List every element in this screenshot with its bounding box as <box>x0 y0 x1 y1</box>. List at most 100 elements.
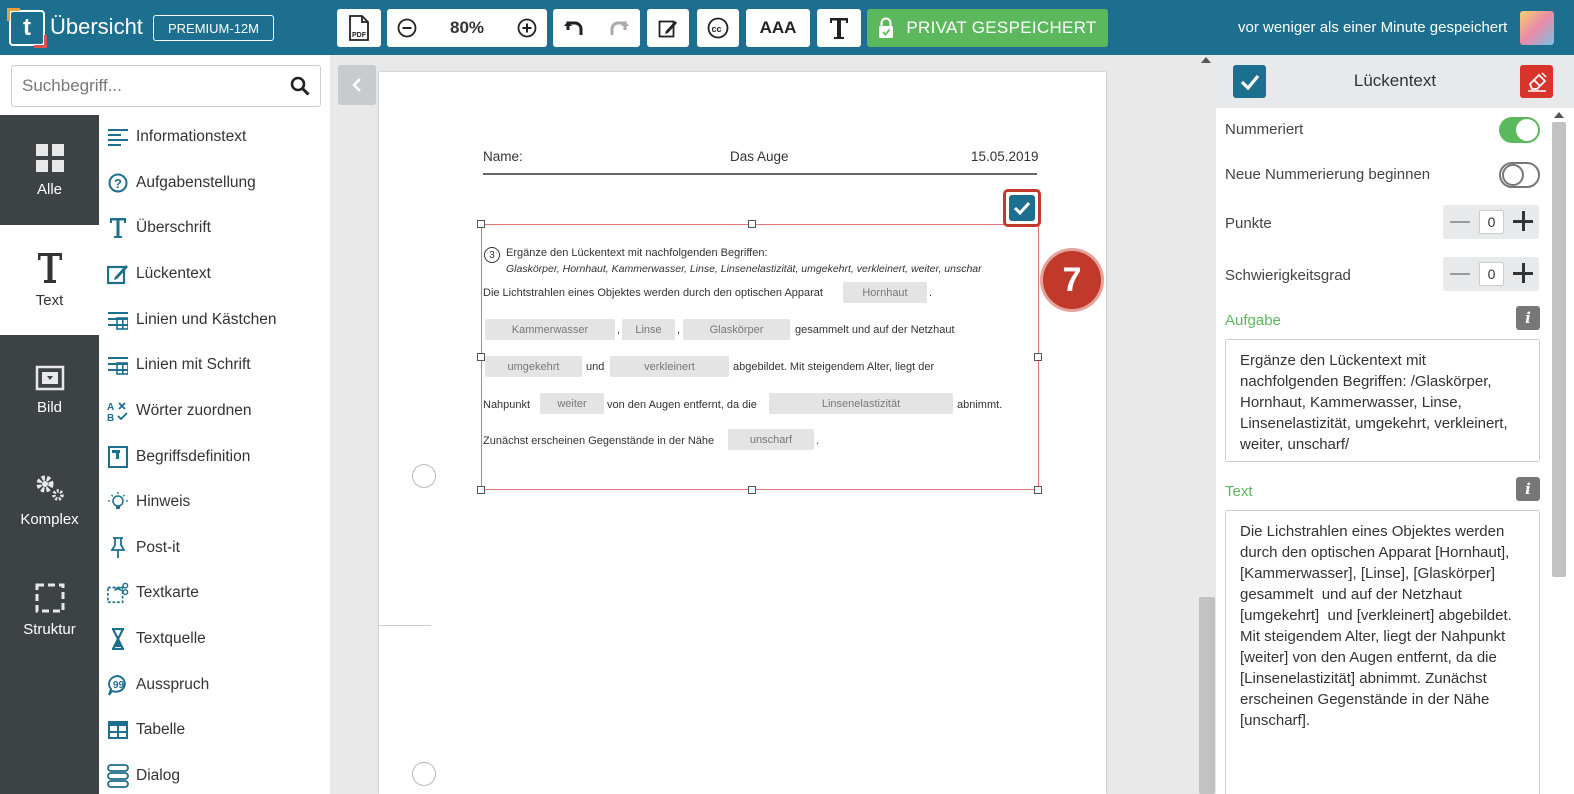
zoom-in-button[interactable] <box>517 18 537 38</box>
search-input[interactable] <box>12 66 282 106</box>
increment-button[interactable] <box>1513 211 1533 231</box>
task-info-icon[interactable]: i <box>1516 306 1540 330</box>
license-button[interactable]: cc <box>697 9 739 47</box>
header-topic[interactable]: Das Auge <box>730 149 789 164</box>
points-value[interactable]: 0 <box>1479 210 1504 234</box>
apply-button[interactable] <box>1233 65 1266 98</box>
redo-button[interactable] <box>607 18 630 38</box>
zoom-level: 80% <box>449 18 485 37</box>
type-ueberschrift[interactable]: Überschrift <box>107 213 211 243</box>
header-name-label: Name: <box>483 149 523 164</box>
category-bild[interactable]: Bild <box>0 335 99 445</box>
type-ausspruch[interactable]: 99 Ausspruch <box>107 670 209 700</box>
type-textkarte[interactable]: Textkarte <box>107 578 199 608</box>
edit-button[interactable] <box>647 9 689 47</box>
cloze-text: . <box>816 435 820 447</box>
font-button[interactable] <box>817 9 861 47</box>
type-begriffsdefinition[interactable]: Begriffsdefinition <box>107 442 250 472</box>
undo-button[interactable] <box>563 18 586 38</box>
match-icon: AB <box>107 400 129 422</box>
lines-icon <box>107 126 129 148</box>
scroll-up-icon[interactable] <box>1554 112 1564 118</box>
scrollbar-thumb[interactable] <box>1552 122 1566 577</box>
cloze-gap[interactable]: Hornhaut <box>843 282 927 303</box>
undo-icon <box>563 21 583 35</box>
delete-button[interactable] <box>1520 65 1553 98</box>
margin-marker[interactable] <box>412 464 436 488</box>
avatar[interactable] <box>1520 11 1554 45</box>
margin-marker[interactable] <box>412 762 436 786</box>
difficulty-value[interactable]: 0 <box>1479 262 1504 286</box>
type-dialog[interactable]: Dialog <box>107 761 180 791</box>
text-textarea[interactable]: Die Lichstrahlen eines Objektes werden d… <box>1225 510 1540 794</box>
type-linien-und-kaestchen[interactable]: Linien und Kästchen <box>107 305 276 335</box>
save-private-button[interactable]: PRIVAT GESPEICHERT <box>867 9 1108 47</box>
decrement-button[interactable] <box>1450 221 1470 223</box>
task-word-list: Glaskörper, Hornhaut, Kammerwasser, Lins… <box>506 263 982 275</box>
type-post-it[interactable]: Post-it <box>107 533 180 563</box>
cloze-gap[interactable]: Linse <box>622 319 675 340</box>
numbered-toggle[interactable] <box>1499 117 1540 143</box>
text-size-button[interactable]: AAA <box>746 9 810 47</box>
task-textarea[interactable]: Ergänze den Lückentext mit nachfolgenden… <box>1225 339 1540 462</box>
decrement-button[interactable] <box>1450 273 1470 275</box>
type-tabelle[interactable]: Tabelle <box>107 715 185 745</box>
cloze-gap[interactable]: weiter <box>540 393 604 414</box>
redo-icon <box>610 21 630 35</box>
zoom-out-button[interactable] <box>397 18 417 38</box>
type-informationstext[interactable]: Informationstext <box>107 122 246 152</box>
type-label: Dialog <box>136 767 180 784</box>
resize-handle-top[interactable] <box>748 220 756 228</box>
category-struktur[interactable]: Struktur <box>0 555 99 665</box>
cloze-gap[interactable]: umgekehrt <box>485 356 582 377</box>
resize-handle-right[interactable] <box>1034 353 1042 361</box>
worksheet-page: Name: Das Auge 15.05.2019 3 Ergänze den … <box>379 72 1106 794</box>
task-complete-checkbox[interactable] <box>1003 189 1041 227</box>
grid-lines-icon <box>107 354 129 376</box>
panel-scrollbar[interactable] <box>1549 110 1567 794</box>
cloze-text: abgebildet. Mit steigendem Alter, liegt … <box>733 361 935 373</box>
cloze-gap[interactable]: Kammerwasser <box>485 319 615 340</box>
type-linien-mit-schrift[interactable]: Linien mit Schrift <box>107 350 251 380</box>
scrollbar-thumb[interactable] <box>1199 597 1215 794</box>
task-instruction: Ergänze den Lückentext mit nachfolgenden… <box>506 247 768 259</box>
cloze-gap[interactable]: Linsenelastizität <box>769 393 953 414</box>
plan-badge[interactable]: PREMIUM-12M <box>153 15 274 41</box>
cloze-gap[interactable]: verkleinert <box>610 356 729 377</box>
resize-handle-bottom-left[interactable] <box>477 486 485 494</box>
type-hinweis[interactable]: Hinweis <box>107 487 190 517</box>
resize-handle-bottom-right[interactable] <box>1034 486 1042 494</box>
type-label: Begriffsdefinition <box>136 448 251 465</box>
header-date[interactable]: 15.05.2019 <box>971 149 1039 164</box>
page-margin-rule <box>379 625 431 626</box>
category-label: Bild <box>36 398 62 416</box>
canvas-scrollbar[interactable] <box>1196 55 1216 794</box>
scroll-up-icon[interactable] <box>1201 57 1211 63</box>
increment-button[interactable] <box>1513 263 1533 283</box>
cc-icon: cc <box>707 17 729 39</box>
pdf-export-button[interactable]: PDF <box>337 9 381 47</box>
type-lueckentext[interactable]: Lückentext <box>107 259 211 289</box>
search-icon[interactable] <box>290 76 310 96</box>
type-label: Linien mit Schrift <box>136 356 251 373</box>
cloze-gap[interactable]: Glaskörper <box>683 319 790 340</box>
resize-handle-bottom[interactable] <box>748 486 756 494</box>
type-label: Tabelle <box>136 721 186 738</box>
collapse-sidebar-button[interactable] <box>338 65 376 105</box>
category-komplex[interactable]: Komplex <box>0 445 99 555</box>
category-text[interactable]: Text <box>0 225 99 335</box>
type-label: Textkarte <box>136 584 199 601</box>
cloze-gap[interactable]: unscharf <box>728 429 814 450</box>
logo-icon[interactable]: t <box>7 8 47 48</box>
cloze-text: abnimmt. <box>957 399 1003 411</box>
type-aufgabenstellung[interactable]: ? Aufgabenstellung <box>107 168 256 198</box>
new-numbering-toggle[interactable] <box>1499 162 1540 188</box>
resize-handle-left[interactable] <box>477 353 485 361</box>
app-title[interactable]: Übersicht <box>50 14 143 40</box>
type-woerter-zuordnen[interactable]: A B Wörter zuordnen <box>107 396 251 426</box>
type-textquelle[interactable]: Textquelle <box>107 624 206 654</box>
type-label: Aufgabenstellung <box>136 174 256 191</box>
resize-handle-top-left[interactable] <box>477 220 485 228</box>
text-info-icon[interactable]: i <box>1516 477 1540 501</box>
category-alle[interactable]: Alle <box>0 115 99 225</box>
